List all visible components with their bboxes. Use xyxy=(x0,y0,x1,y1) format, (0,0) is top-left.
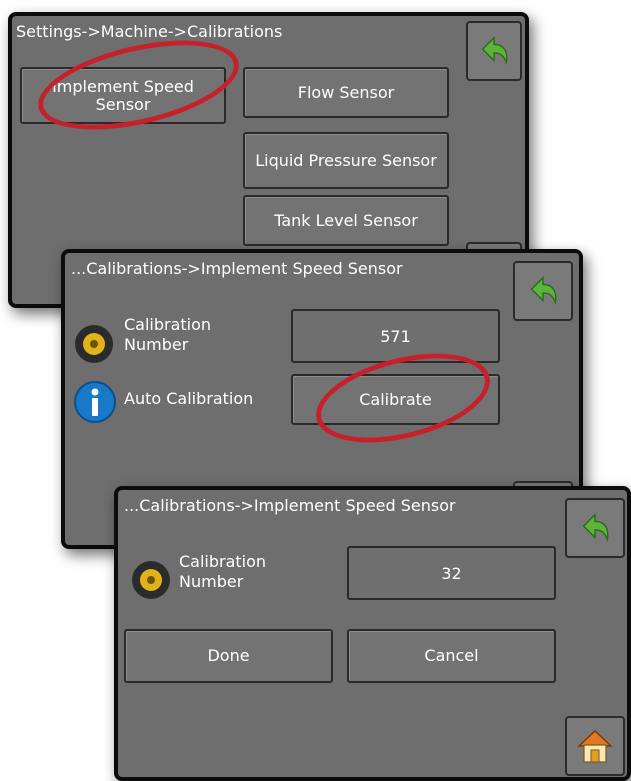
back-button[interactable] xyxy=(565,498,625,558)
auto-calibration-label: Auto Calibration xyxy=(124,389,254,408)
implement-speed-sensor-label: Implement Speed Sensor xyxy=(52,76,194,114)
calibration-number-field[interactable]: 32 xyxy=(347,546,556,600)
back-button[interactable] xyxy=(513,261,573,321)
breadcrumb: Settings->Machine->Calibrations xyxy=(16,22,283,41)
calibration-entry-screen: ...Calibrations->Implement Speed Sensor … xyxy=(114,486,631,781)
liquid-pressure-sensor-label: Liquid Pressure Sensor xyxy=(255,150,437,170)
calibrate-label: Calibrate xyxy=(359,389,432,409)
cancel-button[interactable]: Cancel xyxy=(347,629,556,683)
calibrate-button[interactable]: Calibrate xyxy=(291,374,500,425)
liquid-pressure-sensor-button[interactable]: Liquid Pressure Sensor xyxy=(243,132,449,189)
back-button[interactable] xyxy=(466,21,522,81)
back-arrow-icon xyxy=(530,275,557,306)
done-button[interactable]: Done xyxy=(124,629,333,683)
implement-speed-sensor-button[interactable]: Implement Speed Sensor xyxy=(20,67,226,124)
wheel-sensor-icon xyxy=(132,561,170,599)
flow-sensor-button[interactable]: Flow Sensor xyxy=(243,67,449,118)
breadcrumb: ...Calibrations->Implement Speed Sensor xyxy=(71,259,403,278)
home-icon xyxy=(577,729,613,763)
cancel-label: Cancel xyxy=(424,646,479,665)
back-arrow-icon xyxy=(481,35,508,66)
calibration-number-field[interactable]: 571 xyxy=(291,309,500,363)
tank-level-sensor-button[interactable]: Tank Level Sensor xyxy=(243,195,449,246)
breadcrumb: ...Calibrations->Implement Speed Sensor xyxy=(124,496,456,515)
wheel-sensor-icon xyxy=(75,325,113,363)
calibration-number-value: 571 xyxy=(380,326,411,346)
done-label: Done xyxy=(207,646,250,665)
calibration-number-value: 32 xyxy=(441,563,462,583)
home-button[interactable] xyxy=(565,716,625,776)
tank-level-sensor-label: Tank Level Sensor xyxy=(274,210,418,230)
calibration-number-label: Calibration Number xyxy=(179,552,267,591)
back-arrow-icon xyxy=(582,512,609,543)
calibration-number-label: Calibration Number xyxy=(124,315,212,354)
info-icon xyxy=(74,381,116,423)
flow-sensor-label: Flow Sensor xyxy=(297,82,395,102)
